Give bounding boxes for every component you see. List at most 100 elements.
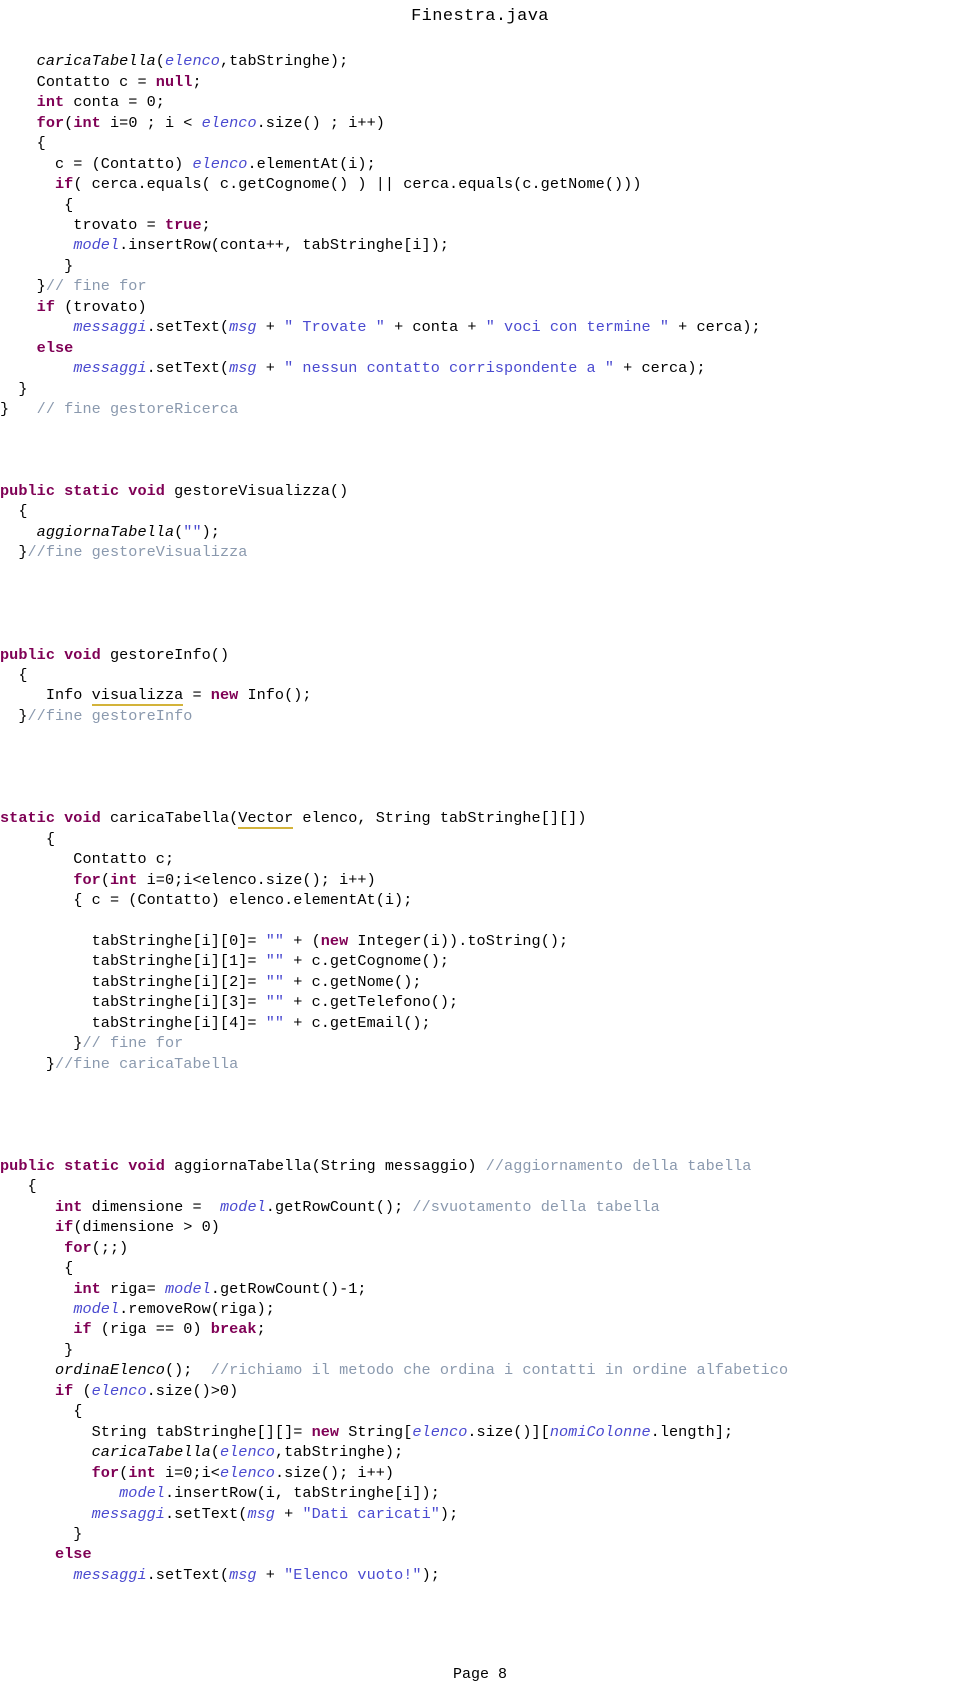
code-token-field: messaggi (91, 1504, 165, 1523)
code-line: }//fine gestoreInfo (0, 706, 960, 726)
code-token-plain: Info(); (238, 686, 312, 705)
code-token-str: "Elenco vuoto!" (284, 1565, 422, 1584)
code-token-plain: + (256, 1565, 285, 1584)
code-line: int riga= model.getRowCount()-1; (0, 1279, 960, 1299)
code-token-plain: elenco, String tabStringhe[][]) (293, 809, 587, 828)
code-token-plain: + cerca); (614, 359, 706, 378)
code-line: } (0, 256, 960, 276)
code-token-plain: .setText( (146, 1565, 230, 1584)
code-token-plain: .setText( (146, 359, 230, 378)
code-token-kw: int (128, 1463, 156, 1482)
code-line: model.insertRow(conta++, tabStringhe[i])… (0, 235, 960, 255)
code-token-plain: riga= (100, 1279, 165, 1298)
code-token-plain: } (0, 400, 37, 419)
code-token-plain: ; (192, 72, 202, 91)
code-token-field: elenco (219, 1443, 275, 1462)
code-line: { (0, 1401, 960, 1421)
code-token-field: nomiColonne (549, 1422, 651, 1441)
code-token-str: "" (265, 1013, 285, 1032)
code-token-field: model (164, 1279, 211, 1298)
code-token-cmt: //richiamo il metodo che ordina i contat… (210, 1361, 789, 1380)
code-token-plain: .size(); i++) (274, 1463, 395, 1482)
code-token-plain: dimensione = (82, 1197, 220, 1216)
code-token-plain: + conta + (384, 318, 486, 337)
code-token-plain: { (0, 1177, 37, 1196)
code-token-plain: ( cerca.equals( c.getCognome() ) || cerc… (73, 175, 642, 194)
code-line: { (0, 665, 960, 685)
code-line: } // fine gestoreRicerca (0, 399, 960, 419)
code-token-plain: } (0, 706, 28, 725)
code-line: public static void aggiornaTabella(Strin… (0, 1156, 960, 1176)
code-line: } (0, 379, 960, 399)
code-token-kw: true (164, 216, 202, 235)
code-token-plain: ( (155, 52, 165, 71)
code-token-field: elenco (192, 154, 248, 173)
code-token-field: elenco (201, 113, 257, 132)
code-token-plain: (riga == 0) (91, 1320, 211, 1339)
code-token-plain: + (256, 359, 285, 378)
code-token-field: model (219, 1197, 266, 1216)
code-token-kw: else (36, 338, 74, 357)
code-line: for(int i=0 ; i < elenco.size() ; i++) (0, 113, 960, 133)
code-token-plain: ( (174, 522, 184, 541)
code-token-warn: visualizza (91, 686, 184, 707)
code-token-plain: } (0, 379, 28, 398)
code-token-plain: .insertRow(conta++, tabStringhe[i]); (119, 236, 450, 255)
code-line: trovato = true; (0, 215, 960, 235)
code-token-plain: .setText( (164, 1504, 248, 1523)
code-token-plain: Info (0, 686, 92, 705)
code-token-field: model (119, 1484, 165, 1503)
code-token-field: messaggi (73, 359, 147, 378)
code-token-plain: { (0, 134, 46, 153)
code-line: for(int i=0;i<elenco.size(); i++) (0, 1463, 960, 1483)
code-token-plain: .length]; (650, 1422, 734, 1441)
code-line: public static void gestoreVisualizza() (0, 481, 960, 501)
code-token-plain: ( (210, 1443, 220, 1462)
code-token-plain: ( (100, 870, 110, 889)
code-token-plain: = (183, 686, 211, 705)
code-token-static: aggiornaTabella (36, 522, 175, 541)
code-line: if (riga == 0) break; (0, 1319, 960, 1339)
code-token-plain: { (0, 829, 55, 848)
code-line: caricaTabella(elenco,tabStringhe); (0, 1442, 960, 1462)
code-token-plain: { (0, 665, 28, 684)
code-token-str: " voci con termine " (485, 318, 670, 337)
code-token-plain: .insertRow(i, tabStringhe[i]); (164, 1484, 440, 1503)
code-token-kw: null (155, 72, 193, 91)
code-token-plain: { (0, 1259, 74, 1278)
code-line: String tabStringhe[][]= new String[elenc… (0, 1422, 960, 1442)
code-token-str: "" (265, 931, 285, 950)
code-token-plain: ( (64, 113, 74, 132)
code-line: { c = (Contatto) elenco.elementAt(i); (0, 890, 960, 910)
code-token-plain: .getRowCount()-1; (210, 1279, 367, 1298)
code-line: } (0, 1524, 960, 1544)
code-line: else (0, 338, 960, 358)
code-token-plain: } (0, 543, 28, 562)
code-token-plain: { (0, 195, 74, 214)
code-line: tabStringhe[i][4]= "" + c.getEmail(); (0, 1013, 960, 1033)
code-token-plain: Contatto c = (0, 72, 156, 91)
code-token-plain: (trovato) (54, 297, 147, 316)
code-line: }//fine gestoreVisualizza (0, 542, 960, 562)
code-token-plain: (); (164, 1361, 211, 1380)
code-token-field: elenco (412, 1422, 468, 1441)
code-token-plain: aggiornaTabella(String messaggio) (164, 1156, 486, 1175)
code-token-plain: + c.getCognome(); (284, 952, 450, 971)
code-token-plain: + cerca); (669, 318, 761, 337)
code-line: tabStringhe[i][3]= "" + c.getTelefono(); (0, 992, 960, 1012)
code-line: messaggi.setText(msg + " Trovate " + con… (0, 317, 960, 337)
code-token-cmt: //fine gestoreVisualizza (27, 543, 248, 562)
code-token-plain: tabStringhe[i][1]= (0, 952, 266, 971)
page-footer: Page 8 (452, 1666, 507, 1683)
